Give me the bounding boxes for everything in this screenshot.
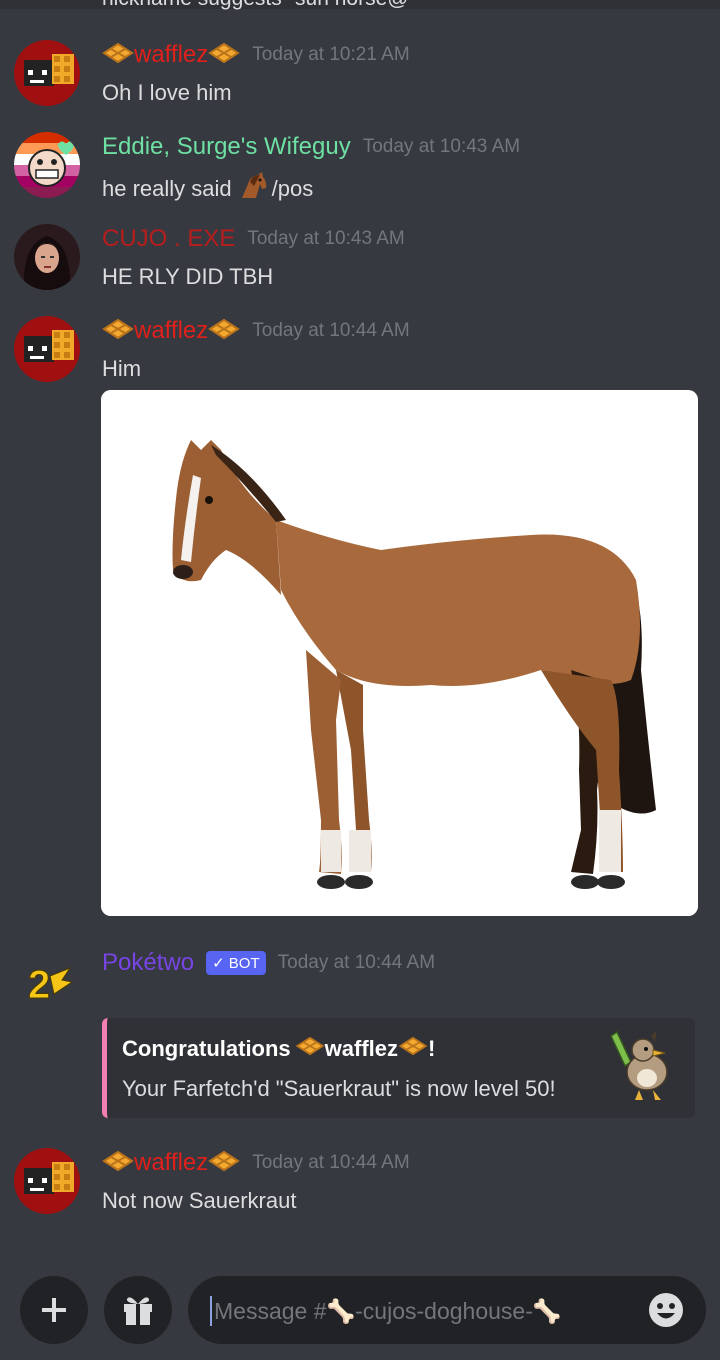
waffle-icon <box>102 42 134 69</box>
farfetchd-thumbnail[interactable] <box>603 1026 681 1104</box>
waffle-icon <box>208 318 241 345</box>
waffle-icon <box>398 1036 428 1062</box>
embed-title: Congratulations wafflez ! <box>122 1036 435 1062</box>
cut-off-text: nickname suggests "sun horse@ <box>102 0 409 11</box>
message-text: Oh I love him <box>102 80 232 105</box>
username[interactable]: wafflez <box>134 317 208 345</box>
gift-icon <box>124 1297 152 1325</box>
eddie-avatar-icon <box>14 132 80 198</box>
timestamp: Today at 10:43 AM <box>247 228 405 249</box>
waffle-icon <box>295 1036 325 1062</box>
message-placeholder: Message #🦴-cujos-doghouse-🦴 <box>210 1296 562 1326</box>
avatar[interactable] <box>14 224 80 290</box>
username[interactable]: Eddie, Surge's Wifeguy <box>102 133 351 161</box>
plus-icon <box>42 1298 66 1322</box>
previous-message-cut: nickname suggests "sun horse@ <box>0 0 720 14</box>
text-caret <box>210 1296 212 1326</box>
waffle-icon <box>208 42 241 69</box>
avatar[interactable] <box>14 40 80 106</box>
add-attachment-button[interactable] <box>20 1276 88 1344</box>
message-text: Him <box>102 356 142 381</box>
emoji-button[interactable] <box>648 1292 684 1328</box>
message-4[interactable]: wafflez Today at 10:44 AM Him <box>0 316 720 382</box>
message-text: Not now Sauerkraut <box>102 1188 297 1213</box>
timestamp: Today at 10:44 AM <box>252 1152 410 1173</box>
message-1[interactable]: wafflez Today at 10:21 AM Oh I love him <box>0 40 720 120</box>
bot-badge: ✓ BOT <box>206 951 266 975</box>
message-text-after: /pos <box>271 176 314 201</box>
wafflez-avatar-icon <box>14 316 80 382</box>
horse-emoji-icon <box>238 172 268 206</box>
message-2[interactable]: Eddie, Surge's Wifeguy Today at 10:43 AM… <box>0 132 720 212</box>
avatar[interactable]: 2 <box>14 948 80 1014</box>
username[interactable]: CUJO . EXE <box>102 225 235 253</box>
waffle-icon <box>102 1150 134 1177</box>
embed-description: Your Farfetch'd "Sauerkraut" is now leve… <box>122 1076 556 1101</box>
placeholder-text: Message #🦴-cujos-doghouse-🦴 <box>214 1297 562 1324</box>
username[interactable]: wafflez <box>134 1149 208 1177</box>
waffle-icon <box>102 318 134 345</box>
wafflez-avatar-icon <box>14 40 80 106</box>
cujo-avatar-icon <box>14 224 80 290</box>
timestamp: Today at 10:43 AM <box>362 136 521 157</box>
pikachu-2-icon: 2 <box>28 963 74 1008</box>
emoji-icon <box>649 1293 683 1327</box>
waffle-icon <box>208 1150 241 1177</box>
gift-button[interactable] <box>104 1276 172 1344</box>
username[interactable]: Pokétwo <box>102 949 194 977</box>
embed-title-name: wafflez <box>324 1036 399 1061</box>
avatar[interactable] <box>14 1148 80 1214</box>
timestamp: Today at 10:21 AM <box>252 44 410 65</box>
message-input[interactable]: Message #🦴-cujos-doghouse-🦴 <box>188 1276 706 1344</box>
avatar[interactable] <box>14 316 80 382</box>
message-text: he really said /pos <box>102 172 313 206</box>
username[interactable]: wafflez <box>134 41 208 69</box>
avatar[interactable] <box>14 132 80 198</box>
horse-image-attachment[interactable] <box>101 390 698 916</box>
message-header: wafflez Today at 10:21 AM <box>102 40 410 70</box>
message-header: wafflez Today at 10:44 AM <box>102 1148 410 1178</box>
timestamp: Today at 10:44 AM <box>252 320 410 341</box>
message-text: HE RLY DID TBH <box>102 264 274 289</box>
timestamp: Today at 10:44 AM <box>277 952 436 973</box>
embed-title-prefix: Congratulations <box>122 1036 291 1061</box>
message-composer: Message #🦴-cujos-doghouse-🦴 <box>0 1260 720 1360</box>
message-header: Eddie, Surge's Wifeguy Today at 10:43 AM <box>102 132 520 162</box>
message-header: wafflez Today at 10:44 AM <box>102 316 410 346</box>
message-header: CUJO . EXE Today at 10:43 AM <box>102 224 405 254</box>
horse-image <box>101 390 698 916</box>
message-header: Pokétwo ✓ BOT Today at 10:44 AM <box>102 948 435 978</box>
level-up-embed: Congratulations wafflez ! Your Farfetch'… <box>102 1018 695 1118</box>
svg-text:2: 2 <box>28 963 50 1007</box>
message-6[interactable]: wafflez Today at 10:44 AM Not now Sauerk… <box>0 1148 720 1228</box>
message-text-before: he really said <box>102 176 232 201</box>
embed-title-suffix: ! <box>428 1036 436 1061</box>
message-3[interactable]: CUJO . EXE Today at 10:43 AM HE RLY DID … <box>0 224 720 304</box>
wafflez-avatar-icon <box>14 1148 80 1214</box>
